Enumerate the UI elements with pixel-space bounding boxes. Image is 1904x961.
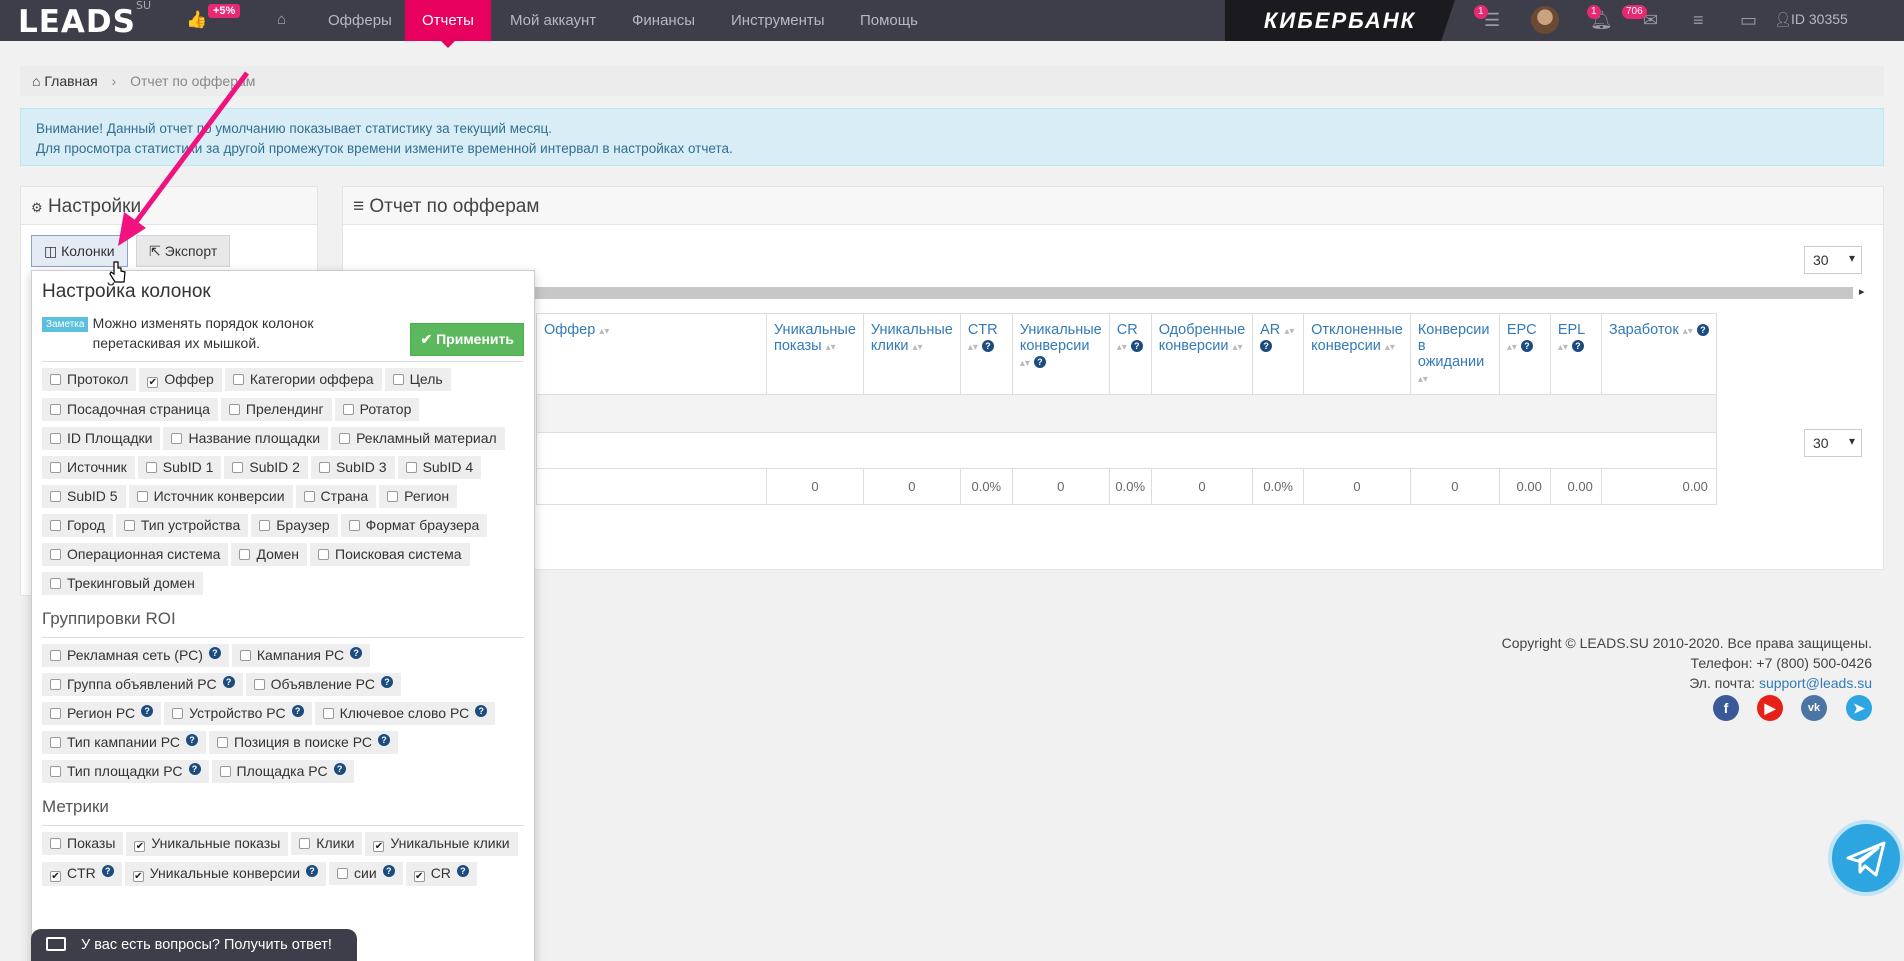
arrow-shaft <box>130 71 250 228</box>
hand-cursor-icon <box>109 261 126 283</box>
annotation-arrow <box>118 71 250 246</box>
